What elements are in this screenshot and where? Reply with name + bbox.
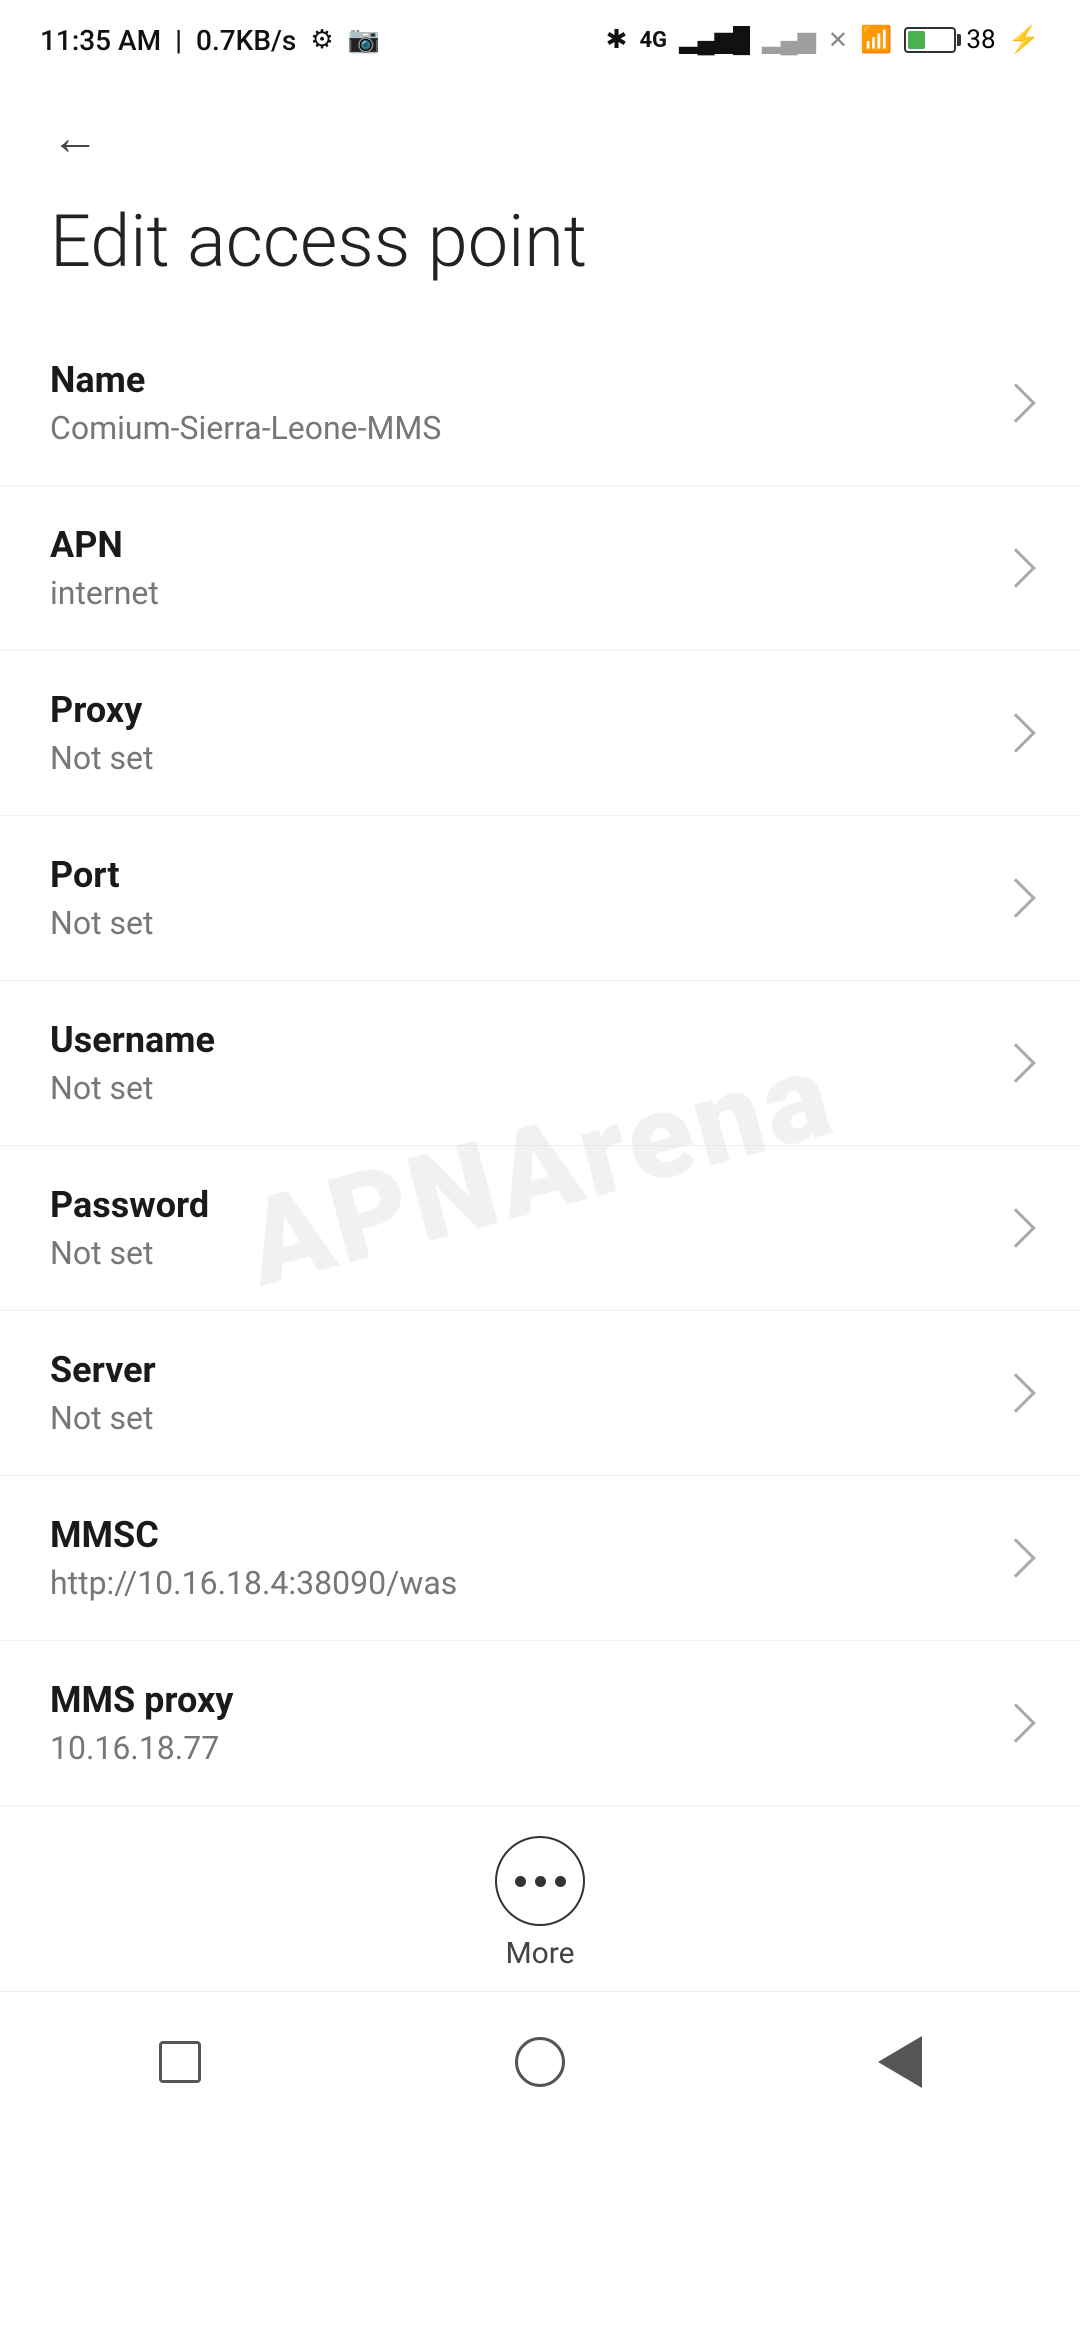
more-dot-2 [535,1876,546,1887]
chevron-right-icon-port [996,878,1036,918]
settings-item-mms-proxy-text: MMS proxy 10.16.18.77 [50,1679,982,1767]
settings-value-mmsc: http://10.16.18.4:38090/was [50,1564,982,1602]
settings-label-password: Password [50,1184,982,1226]
settings-item-apn-text: APN internet [50,524,982,612]
settings-label-apn: APN [50,524,982,566]
settings-item-apn[interactable]: APN internet [0,486,1080,651]
settings-item-port-text: Port Not set [50,854,982,942]
signal-bars-icon: ▂▄▆█ [679,26,750,55]
settings-item-server-text: Server Not set [50,1349,982,1437]
separator: | [175,24,182,57]
settings-item-username[interactable]: Username Not set [0,981,1080,1146]
battery-indicator: 38 [904,25,995,55]
settings-item-port[interactable]: Port Not set [0,816,1080,981]
settings-value-mms-proxy: 10.16.18.77 [50,1729,982,1767]
settings-label-mms-proxy: MMS proxy [50,1679,982,1721]
camera-icon: 📷 [348,25,380,55]
chevron-right-icon-name [996,383,1036,423]
nav-back-icon [878,2036,922,2088]
status-right: ✱ 4G ▂▄▆█ ▂▄▆ ✕ 📶 38 ⚡ [606,25,1040,55]
settings-value-username: Not set [50,1069,982,1107]
chevron-right-icon-server [996,1373,1036,1413]
status-bar: 11:35 AM | 0.7KB/s ⚙ 📷 ✱ 4G ▂▄▆█ ▂▄▆ ✕ 📶… [0,0,1080,72]
settings-label-name: Name [50,359,982,401]
settings-item-name-text: Name Comium-Sierra-Leone-MMS [50,359,982,447]
no-signal-icon: ✕ [828,26,848,54]
settings-value-proxy: Not set [50,739,982,777]
settings-value-server: Not set [50,1399,982,1437]
settings-item-password-text: Password Not set [50,1184,982,1272]
chevron-right-icon-proxy [996,713,1036,753]
back-arrow-icon: ← [51,109,99,166]
more-dot-1 [515,1876,526,1887]
back-button[interactable]: ← [40,102,110,172]
settings-list: Name Comium-Sierra-Leone-MMS APN interne… [0,321,1080,1806]
battery-fill [908,31,925,49]
battery-box [904,27,956,53]
speed-display: 0.7KB/s [196,24,296,57]
nav-recents-icon [159,2041,201,2083]
wifi-icon: 📶 [860,25,892,55]
chevron-right-icon-password [996,1208,1036,1248]
settings-item-name[interactable]: Name Comium-Sierra-Leone-MMS [0,321,1080,486]
chevron-right-icon-mms-proxy [996,1703,1036,1743]
settings-value-apn: internet [50,574,982,612]
settings-item-mmsc[interactable]: MMSC http://10.16.18.4:38090/was [0,1476,1080,1641]
more-section: More [0,1806,1080,1991]
chevron-right-icon-username [996,1043,1036,1083]
settings-label-port: Port [50,854,982,896]
settings-item-proxy[interactable]: Proxy Not set [0,651,1080,816]
settings-icon: ⚙ [310,25,333,55]
time-display: 11:35 AM [40,24,161,57]
chevron-right-icon-mmsc [996,1538,1036,1578]
page-title: Edit access point [0,182,1080,321]
chevron-right-icon-apn [996,548,1036,588]
settings-item-username-text: Username Not set [50,1019,982,1107]
charging-icon: ⚡ [1008,25,1040,55]
navigation-bar [0,1991,1080,2142]
settings-item-mmsc-text: MMSC http://10.16.18.4:38090/was [50,1514,982,1602]
settings-label-username: Username [50,1019,982,1061]
settings-item-mms-proxy[interactable]: MMS proxy 10.16.18.77 [0,1641,1080,1806]
nav-home-icon [515,2037,565,2087]
settings-label-proxy: Proxy [50,689,982,731]
settings-item-password[interactable]: Password Not set [0,1146,1080,1311]
more-button[interactable] [495,1836,585,1926]
settings-value-port: Not set [50,904,982,942]
back-area: ← [0,72,1080,182]
nav-recents-button[interactable] [140,2022,220,2102]
more-dot-3 [555,1876,566,1887]
more-dots-icon [515,1876,566,1887]
nav-home-button[interactable] [500,2022,580,2102]
settings-value-password: Not set [50,1234,982,1272]
signal-bars2-icon: ▂▄▆ [762,26,816,55]
settings-item-proxy-text: Proxy Not set [50,689,982,777]
nav-back-button[interactable] [860,2022,940,2102]
signal-4g-icon: 4G [639,28,667,53]
bluetooth-icon: ✱ [606,25,628,55]
status-left: 11:35 AM | 0.7KB/s ⚙ 📷 [40,24,380,57]
settings-label-server: Server [50,1349,982,1391]
settings-label-mmsc: MMSC [50,1514,982,1556]
settings-item-server[interactable]: Server Not set [0,1311,1080,1476]
settings-value-name: Comium-Sierra-Leone-MMS [50,409,982,447]
battery-percent: 38 [966,25,995,55]
more-label: More [505,1936,574,1971]
